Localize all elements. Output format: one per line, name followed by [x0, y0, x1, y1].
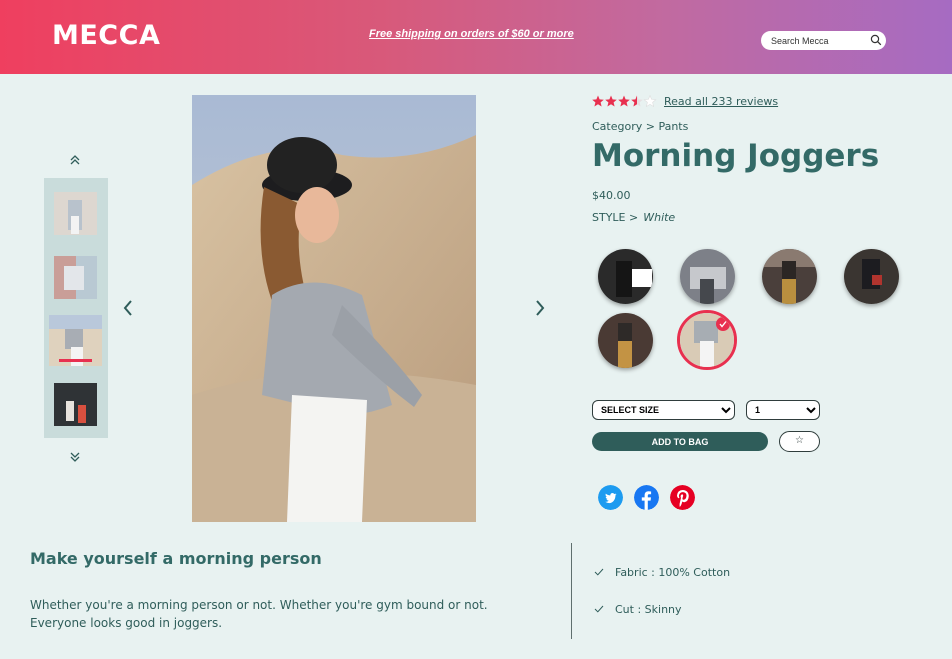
- style-value: White: [643, 211, 676, 224]
- product-main-image: [192, 95, 476, 522]
- rating-stars: [592, 94, 660, 108]
- thumbnail-4[interactable]: [54, 383, 97, 426]
- thumbnail-rail: [44, 178, 108, 438]
- product-title: Morning Joggers: [592, 138, 880, 174]
- product-photo: [192, 95, 476, 522]
- previous-image-arrow-icon[interactable]: [121, 298, 135, 318]
- breadcrumb[interactable]: Category > Pants: [592, 120, 688, 133]
- thumbnail-2[interactable]: [54, 256, 97, 299]
- swatch-image: [680, 249, 735, 304]
- style-swatch-4[interactable]: [844, 249, 899, 304]
- feature-item: Fabric : 100% Cotton: [594, 566, 730, 579]
- quantity-select[interactable]: 1: [746, 400, 820, 420]
- description-body: Whether you're a morning person or not. …: [30, 596, 520, 632]
- brand-logo[interactable]: MECCA: [52, 20, 160, 51]
- description-heading: Make yourself a morning person: [30, 549, 322, 568]
- thumbnail-1[interactable]: [54, 192, 97, 235]
- twitter-icon[interactable]: [598, 485, 623, 510]
- checkmark-icon: [594, 605, 604, 613]
- style-swatch-6-selected[interactable]: [677, 310, 737, 370]
- thumbnail-image: [54, 256, 97, 299]
- thumbnail-image: [54, 192, 97, 235]
- site-header: MECCA Free shipping on orders of $60 or …: [0, 0, 952, 74]
- thumbnail-image: [54, 383, 97, 426]
- size-select[interactable]: SELECT SIZE: [592, 400, 735, 420]
- checkmark-icon: [594, 568, 604, 576]
- star-icon: ☆: [795, 435, 804, 446]
- style-swatch-5[interactable]: [598, 313, 653, 368]
- swatch-image: [844, 249, 899, 304]
- feature-item: Cut : Skinny: [594, 603, 682, 616]
- style-label-row: STYLE > White: [592, 211, 675, 224]
- feature-text: Fabric : 100% Cotton: [615, 566, 731, 579]
- search-box[interactable]: [761, 31, 886, 50]
- swatch-image: [598, 249, 653, 304]
- style-swatch-2[interactable]: [680, 249, 735, 304]
- next-image-arrow-icon[interactable]: [533, 298, 547, 318]
- description-line: Everyone looks good in joggers.: [30, 616, 223, 630]
- swatch-image: [598, 313, 653, 368]
- active-thumbnail-indicator: [59, 359, 92, 362]
- facebook-icon[interactable]: [634, 485, 659, 510]
- chevron-double-up-icon[interactable]: [67, 152, 83, 168]
- promo-banner-link[interactable]: Free shipping on orders of $60 or more: [369, 28, 574, 40]
- description-line: Whether you're a morning person or not. …: [30, 598, 488, 612]
- style-swatch-1[interactable]: [598, 249, 653, 304]
- chevron-double-down-icon[interactable]: [67, 449, 83, 465]
- selected-check-icon: [716, 317, 730, 331]
- read-reviews-link[interactable]: Read all 233 reviews: [664, 95, 778, 108]
- section-divider: [571, 543, 572, 639]
- product-price: $40.00: [592, 189, 631, 202]
- style-swatch-3[interactable]: [762, 249, 817, 304]
- wishlist-button[interactable]: ☆: [779, 431, 820, 452]
- add-to-bag-button[interactable]: ADD TO BAG: [592, 432, 768, 451]
- pinterest-icon[interactable]: [670, 485, 695, 510]
- feature-text: Cut : Skinny: [615, 603, 682, 616]
- thumbnail-3-active[interactable]: [49, 315, 102, 366]
- search-input[interactable]: [771, 34, 866, 47]
- search-icon[interactable]: [870, 34, 882, 46]
- swatch-image: [762, 249, 817, 304]
- star-rating-icon: [592, 95, 657, 107]
- style-label: STYLE >: [592, 211, 639, 224]
